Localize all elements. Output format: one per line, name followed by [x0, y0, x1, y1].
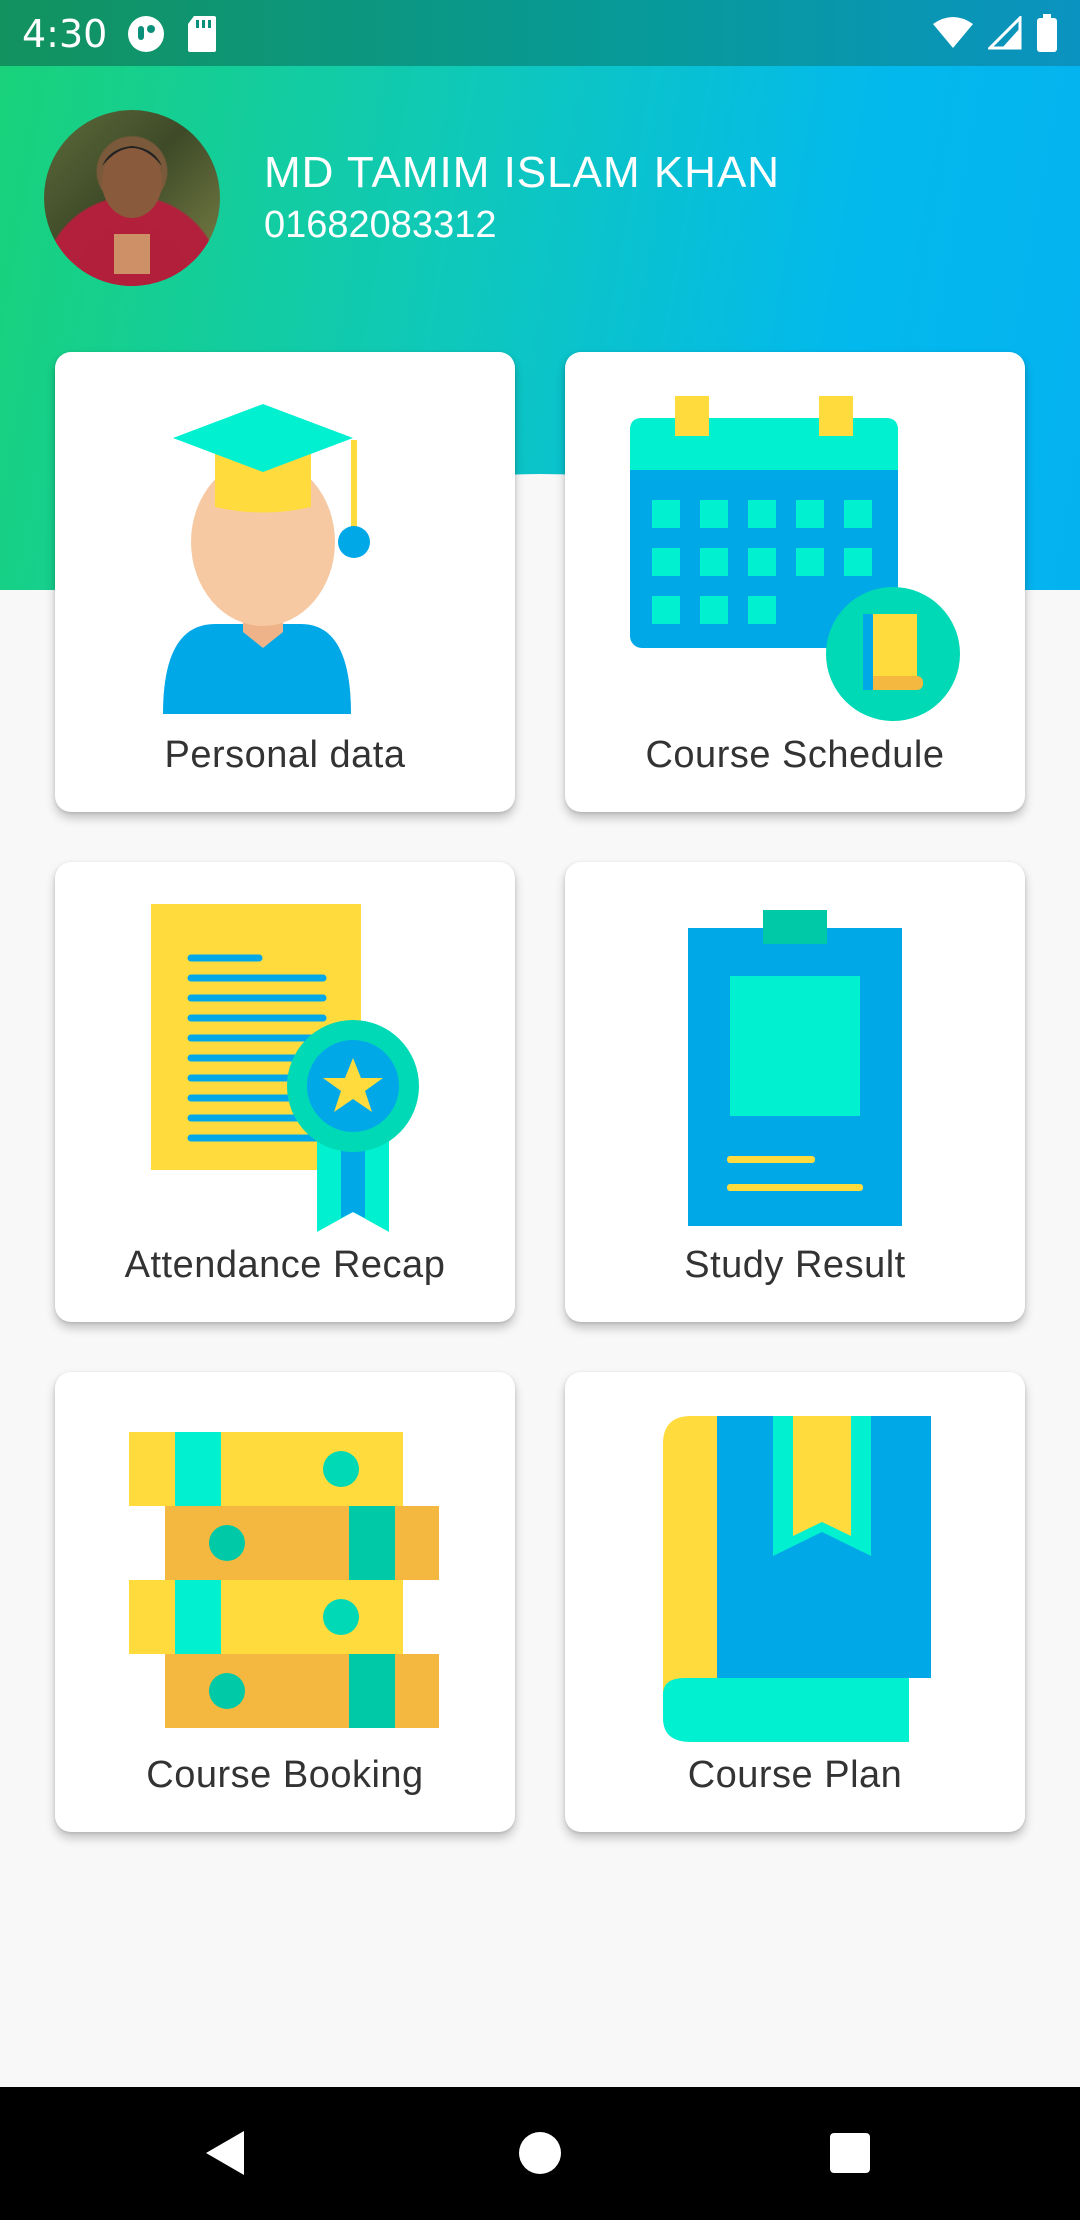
card-label: Study Result [684, 1244, 906, 1286]
book-bookmark-icon [663, 1416, 931, 1742]
status-bar: 4:30 [0, 0, 1080, 66]
card-label: Course Schedule [645, 734, 945, 776]
sd-card-icon [188, 16, 216, 52]
back-button[interactable] [196, 2123, 256, 2183]
books-stack-icon [129, 1432, 439, 1728]
home-button[interactable] [510, 2123, 570, 2183]
status-time: 4:30 [22, 12, 108, 56]
navigation-bar [0, 2087, 1080, 2220]
course-booking-card[interactable]: Course Booking [55, 1372, 515, 1832]
attendance-recap-card[interactable]: Attendance Recap [55, 862, 515, 1322]
calendar-icon [630, 396, 960, 721]
wifi-icon [933, 17, 973, 48]
notification-app-icon [128, 16, 164, 52]
graduate-icon [163, 404, 370, 714]
cell-signal-icon [988, 16, 1022, 50]
course-plan-card[interactable]: Course Plan [565, 1372, 1025, 1832]
avatar[interactable] [44, 110, 220, 286]
profile-name: MD TAMIM ISLAM KHAN [264, 148, 781, 197]
card-label: Course Plan [687, 1754, 903, 1796]
recents-button[interactable] [820, 2123, 880, 2183]
avatar-photo [74, 146, 190, 286]
course-schedule-card[interactable]: Course Schedule [565, 352, 1025, 812]
certificate-icon [151, 904, 419, 1232]
clipboard-icon [688, 910, 902, 1226]
card-label: Personal data [164, 734, 406, 776]
card-label: Attendance Recap [124, 1244, 446, 1286]
personal-data-card[interactable]: Personal data [55, 352, 515, 812]
card-label: Course Booking [146, 1754, 424, 1796]
study-result-card[interactable]: Study Result [565, 862, 1025, 1322]
battery-icon [1037, 14, 1057, 52]
profile-phone: 01682083312 [264, 204, 497, 246]
